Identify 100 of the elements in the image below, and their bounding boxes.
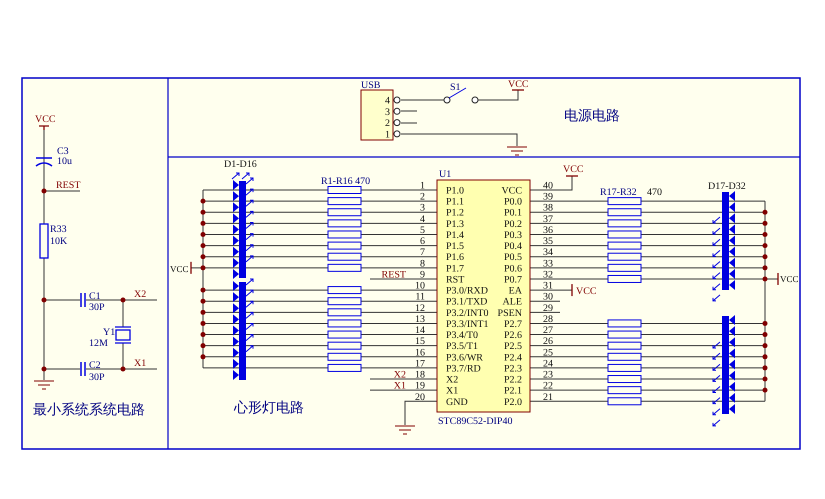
pin-name: P2.0: [504, 396, 522, 408]
pin-name: P1.3: [446, 218, 464, 230]
resistor-symbol: [328, 330, 362, 339]
ground-symbol: [34, 380, 54, 390]
pin-number: 1: [385, 129, 390, 140]
resistor-symbol: [328, 197, 362, 206]
pin-number: 5: [420, 224, 425, 236]
pin-number: 20: [415, 392, 425, 403]
pin-name: P1.1: [446, 196, 464, 208]
pin-number: 15: [415, 336, 425, 348]
pin-number: 37: [543, 214, 553, 225]
net-label: X1: [134, 358, 146, 369]
pin-number: 35: [543, 236, 553, 248]
pin-name: X1: [446, 386, 458, 397]
component-label: Y1: [103, 327, 116, 338]
resistor-symbol: [608, 242, 642, 250]
pin-number: 40: [543, 180, 553, 192]
pin-name: P1.4: [446, 230, 464, 241]
net-label: REST: [56, 180, 80, 191]
resistor-symbol: [608, 219, 642, 228]
resistor-symbol: [328, 242, 362, 250]
pin-number: 14: [415, 325, 425, 336]
resistor-symbol: [328, 342, 362, 350]
pin-name: P1.6: [446, 252, 464, 264]
pin-name: P1.5: [446, 241, 464, 252]
pin-number: 9: [420, 269, 425, 280]
pin-name: P3.4/T0: [446, 330, 478, 342]
capacitor-symbol: [80, 361, 86, 377]
pin-number: 3: [385, 106, 390, 118]
resistor-symbol: [328, 219, 362, 228]
resistor-symbol: [608, 330, 642, 339]
resistor-symbol: [608, 342, 642, 350]
chip-part-number: STC89C52-DIP40: [438, 416, 512, 427]
pin-name: P0.2: [504, 218, 522, 230]
pin-name: P2.2: [504, 374, 522, 386]
pin-name: P3.7/RD: [446, 363, 481, 374]
resistor-symbol: [328, 319, 362, 328]
resistor-symbol: [328, 252, 362, 261]
pin-number: 4: [420, 214, 425, 225]
pin-name: X2: [446, 374, 458, 386]
pin-number: 3: [420, 202, 425, 214]
pin-name: P0.6: [504, 263, 522, 274]
resistor-symbol: [608, 386, 642, 394]
component-label: R17-R32: [600, 187, 637, 198]
component-label: USB: [361, 80, 380, 91]
pin-number: 39: [543, 192, 553, 203]
component-value: 470: [647, 187, 662, 198]
net-label: VCC: [35, 114, 56, 125]
pin-number: 1: [420, 180, 425, 192]
resistor-symbol: [328, 186, 362, 194]
net-label: X1: [394, 380, 406, 392]
pin-number: 24: [543, 358, 553, 370]
resistor-symbol: [608, 264, 642, 272]
resistor-symbol: [608, 274, 642, 283]
resistor-symbol: [39, 223, 49, 259]
ground-symbol: [506, 146, 528, 156]
net-label: VCC: [563, 164, 584, 175]
pin-name: P3.3/INT1: [446, 318, 488, 330]
section-title: 最小系统系统电路: [33, 402, 145, 418]
resistor-symbol: [608, 397, 642, 406]
pin-name: P3.5/T1: [446, 341, 478, 352]
resistor-symbol: [328, 208, 362, 216]
pin-number: 2: [420, 192, 425, 203]
pin-name: P2.1: [504, 386, 522, 397]
pin-number: 26: [543, 336, 553, 348]
pin-number: 21: [543, 392, 553, 403]
pin-name: EA: [508, 286, 522, 297]
component-value: 10u: [57, 156, 72, 167]
pin-number: 18: [415, 370, 425, 381]
pin-name: P0.5: [504, 252, 522, 264]
pin-number: 31: [543, 280, 553, 292]
pin-name: P0.0: [504, 196, 522, 208]
pin-name: P0.3: [504, 230, 522, 241]
component-label: R33: [50, 224, 67, 235]
pin-name: P1.2: [446, 208, 464, 219]
pin-name: P3.2/INT0: [446, 308, 488, 319]
net-label: VCC: [508, 79, 529, 90]
resistor-symbol: [608, 364, 642, 372]
capacitor-symbol: [80, 292, 86, 308]
pin-number: 30: [543, 292, 553, 303]
resistor-symbol: [608, 375, 642, 384]
pin-name: RST: [446, 274, 464, 286]
pin-name: P3.6/WR: [446, 352, 483, 364]
pin-name: GND: [446, 396, 468, 408]
component-label: S1: [450, 82, 461, 93]
resistor-symbol: [608, 208, 642, 216]
resistor-symbol: [328, 286, 362, 294]
component-label: C3: [57, 146, 69, 157]
pin-name: P2.5: [504, 341, 522, 352]
ground-symbol: [394, 426, 416, 434]
pin-number: 27: [543, 325, 553, 336]
pin-number: 29: [543, 302, 553, 314]
pin-name: PSEN: [498, 308, 522, 319]
pin-number: 19: [415, 380, 425, 392]
pin-name: VCC: [501, 186, 522, 196]
power-port-symbol: [38, 125, 50, 131]
pin-name: P1.0: [446, 186, 464, 196]
pin-name: P2.3: [504, 363, 522, 374]
pin-number: 38: [543, 202, 553, 214]
component-value: 12M: [89, 338, 108, 349]
